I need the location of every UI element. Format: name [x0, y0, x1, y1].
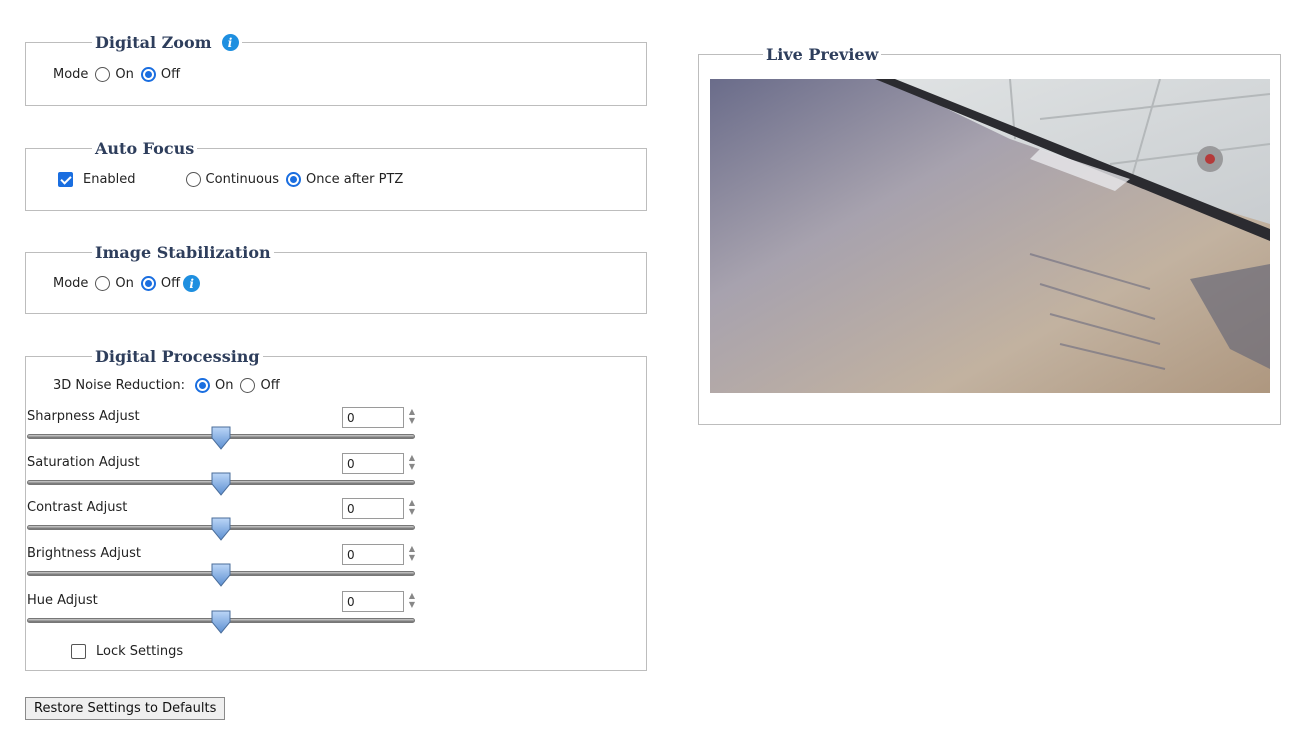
restore-defaults-button[interactable]: Restore Settings to Defaults [25, 697, 226, 720]
image-stabilization-title: Image Stabilization [95, 243, 271, 262]
digital-zoom-on-label[interactable]: On [115, 67, 133, 82]
slider-thumb[interactable] [211, 472, 231, 496]
auto-focus-continuous-radio[interactable] [185, 172, 201, 187]
digital-zoom-mode-label: Mode [53, 67, 89, 82]
lock-settings-checkbox[interactable] [71, 644, 86, 659]
lock-settings-row: Lock Settings [71, 644, 183, 659]
noise-reduction-row: 3D Noise Reduction: On Off [53, 378, 287, 393]
image-stabilization-off-label[interactable]: Off [161, 276, 180, 291]
slider-row: Contrast Adjust 0 ▲ ▼ [27, 498, 427, 546]
image-stabilization-mode-row: Mode On Off i [53, 275, 201, 292]
slider-value-input[interactable]: 0 [342, 498, 404, 519]
slider-thumb[interactable] [211, 426, 231, 450]
lock-settings-label[interactable]: Lock Settings [96, 644, 183, 659]
slider-label: Sharpness Adjust [27, 409, 140, 424]
slider-value-input[interactable]: 0 [342, 453, 404, 474]
spinner-arrows-icon[interactable]: ▲ ▼ [407, 591, 417, 612]
slider-value-input[interactable]: 0 [342, 544, 404, 565]
slider-label: Hue Adjust [27, 593, 98, 608]
digital-zoom-on-radio[interactable] [95, 67, 111, 82]
slider-row: Brightness Adjust 0 ▲ ▼ [27, 544, 427, 592]
noise-reduction-off-label[interactable]: Off [260, 378, 279, 393]
live-preview-video[interactable] [710, 79, 1270, 393]
live-preview-title: Live Preview [766, 45, 879, 64]
auto-focus-enabled-checkbox[interactable] [58, 172, 73, 187]
digital-zoom-off-label[interactable]: Off [161, 67, 180, 82]
spinner-arrows-icon[interactable]: ▲ ▼ [407, 407, 417, 428]
slider-row: Hue Adjust 0 ▲ ▼ [27, 591, 427, 639]
info-icon[interactable]: i [221, 34, 239, 51]
noise-reduction-on-radio[interactable] [194, 378, 210, 393]
noise-reduction-on-label[interactable]: On [215, 378, 233, 393]
slider-row: Saturation Adjust 0 ▲ ▼ [27, 453, 427, 501]
info-icon[interactable]: i [183, 275, 201, 292]
auto-focus-title: Auto Focus [95, 139, 195, 158]
slider-value-input[interactable]: 0 [342, 407, 404, 428]
image-stabilization-off-radio[interactable] [140, 276, 156, 291]
auto-focus-once-label[interactable]: Once after PTZ [306, 172, 403, 187]
spinner-arrows-icon[interactable]: ▲ ▼ [407, 498, 417, 519]
noise-reduction-label: 3D Noise Reduction: [53, 378, 185, 393]
auto-focus-once-radio[interactable] [285, 172, 301, 187]
image-stabilization-mode-label: Mode [53, 276, 89, 291]
slider-thumb[interactable] [211, 517, 231, 541]
slider-row: Sharpness Adjust 0 ▲ ▼ [27, 407, 427, 455]
auto-focus-row: Enabled Continuous Once after PTZ [58, 172, 410, 187]
spinner-arrows-icon[interactable]: ▲ ▼ [407, 453, 417, 474]
slider-thumb[interactable] [211, 610, 231, 634]
digital-processing-title: Digital Processing [95, 347, 260, 366]
slider-label: Contrast Adjust [27, 500, 128, 515]
image-stabilization-on-radio[interactable] [95, 276, 111, 291]
digital-zoom-off-radio[interactable] [140, 67, 156, 82]
digital-zoom-mode-row: Mode On Off [53, 67, 187, 82]
slider-value-input[interactable]: 0 [342, 591, 404, 612]
noise-reduction-off-radio[interactable] [240, 378, 256, 393]
slider-label: Brightness Adjust [27, 546, 142, 561]
camera-feed-image [710, 79, 1270, 393]
spinner-arrows-icon[interactable]: ▲ ▼ [407, 544, 417, 565]
auto-focus-continuous-label[interactable]: Continuous [206, 172, 279, 187]
slider-label: Saturation Adjust [27, 455, 140, 470]
image-stabilization-on-label[interactable]: On [115, 276, 133, 291]
auto-focus-enabled-label[interactable]: Enabled [83, 172, 136, 187]
digital-zoom-title: Digital Zoom i [92, 33, 242, 52]
slider-thumb[interactable] [211, 563, 231, 587]
